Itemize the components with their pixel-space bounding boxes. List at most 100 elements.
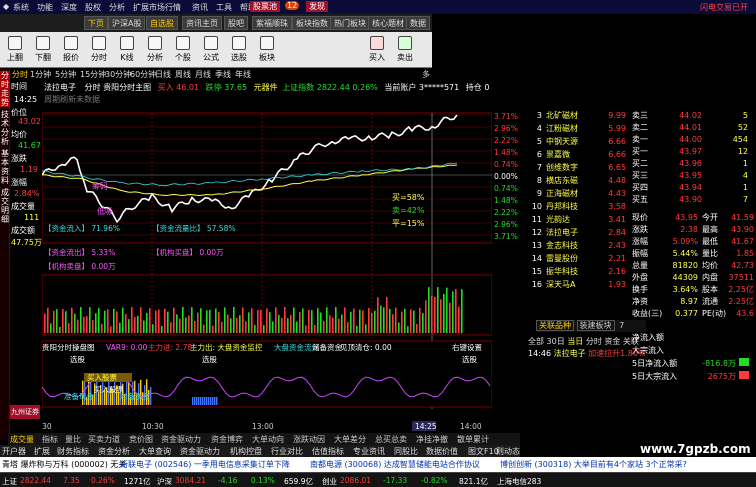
menu-system[interactable]: 系统 <box>13 2 29 13</box>
related-stock-row[interactable]: 8 横店东磁 4.48 <box>528 175 628 187</box>
page-tab[interactable]: 专业资讯 <box>353 446 385 457</box>
ask-row[interactable]: 卖三 44.02 5 <box>632 110 756 122</box>
tab-news-home[interactable]: 资讯主页 <box>182 16 222 30</box>
menu-news[interactable]: 资讯 <box>192 2 208 13</box>
related-stock-row[interactable]: 3 北矿磁材 9.99 <box>528 110 628 122</box>
tab-zifu[interactable]: 紫福顺珠 <box>252 16 292 30</box>
analysis-button[interactable]: 分析 <box>142 34 168 66</box>
indicator-tab[interactable]: 涨跌动因 <box>293 434 325 445</box>
page-tab[interactable]: 大单查询 <box>139 446 171 457</box>
menu-function[interactable]: 功能 <box>37 2 53 13</box>
news-item[interactable]: 南都电源 (300068) 达成智慧储能电站合作协议 <box>310 459 480 470</box>
tab-core-theme[interactable]: 核心题材 <box>368 16 408 30</box>
app-icon[interactable]: ◆ <box>3 2 9 11</box>
page-tab[interactable]: 扩展 <box>34 446 50 457</box>
tab-data[interactable]: 数据 <box>406 16 430 30</box>
tab-hot-sectors[interactable]: 热门板块 <box>330 16 370 30</box>
filter-funds[interactable]: 资金 <box>604 337 620 346</box>
tab-watchlist[interactable]: 自选股 <box>146 16 178 30</box>
indicator-tab[interactable]: 资金博弈 <box>211 434 243 445</box>
intraday-chart[interactable]: 筹码 低吸 买=58% 卖=42% 平=15% 【资金流入】 71.96% 【资… <box>42 79 492 432</box>
related-stock-row[interactable]: 6 景嘉微 6.66 <box>528 149 628 161</box>
indicator-tab[interactable]: 散单累计 <box>457 434 489 445</box>
quote-button[interactable]: 报价 <box>58 34 84 66</box>
related-stock-row[interactable]: 13 金志科技 2.43 <box>528 240 628 252</box>
indicator-tab[interactable]: 总买总卖 <box>375 434 407 445</box>
indicator-tab[interactable]: 指标 <box>42 434 58 445</box>
bid-row[interactable]: 买二 43.96 1 <box>632 158 756 170</box>
tab-linked-sectors[interactable]: 装建板块 <box>576 320 615 331</box>
tab-more[interactable]: 7 <box>617 321 626 330</box>
tab-basic-info[interactable]: 基本资料 <box>0 149 10 185</box>
stock-select-button[interactable]: 选股 <box>226 34 252 66</box>
filter-all[interactable]: 全部 <box>528 337 544 346</box>
indicator-tab[interactable]: 成交量 <box>10 434 34 445</box>
tab-technical-analysis[interactable]: 技术分析 <box>0 110 10 146</box>
bid-row[interactable]: 买三 43.95 4 <box>632 170 756 182</box>
related-stock-row[interactable]: 10 丹邦科技 3.58 <box>528 201 628 213</box>
page-tab-right[interactable]: 图文F10 <box>468 446 499 457</box>
tab-sh-sz-a[interactable]: 沪深A股 <box>108 16 146 30</box>
news-item[interactable]: 青塔 爆炸称与万科 (000002) 无关 <box>2 459 126 470</box>
related-stock-row[interactable]: 15 振华科技 2.16 <box>528 266 628 278</box>
menu-depth[interactable]: 深度 <box>61 2 77 13</box>
indicator-tab[interactable]: 大单动向 <box>252 434 284 445</box>
related-stock-row[interactable]: 7 创维数字 6.65 <box>528 162 628 174</box>
discover-button[interactable]: 发现 <box>306 1 328 12</box>
news-item[interactable]: 新联电子 (002546) 一季用电信息采集订单下降 <box>120 459 290 470</box>
tab-trade-details[interactable]: 成交明细 <box>0 188 10 224</box>
page-tab[interactable]: 资金分析 <box>98 446 130 457</box>
page-tab[interactable]: 资金驱动力 <box>180 446 220 457</box>
related-stock-row[interactable]: 12 法拉电子 2.84 <box>528 227 628 239</box>
menu-extended-market[interactable]: 扩展市场行情 <box>133 2 181 13</box>
page-tab-right[interactable]: 则动态 <box>496 446 520 457</box>
filter-30d[interactable]: 30日 <box>547 337 565 346</box>
page-tab[interactable]: 同股比 <box>394 446 418 457</box>
menu-analysis[interactable]: 分析 <box>109 2 125 13</box>
stock-button[interactable]: 个股 <box>170 34 196 66</box>
page-up-button[interactable]: 上翻 <box>2 34 28 66</box>
flash-trade-label[interactable]: 闪电交易已开 <box>700 2 748 13</box>
indicator-tab[interactable]: 资金驱动力 <box>161 434 201 445</box>
filter-intraday[interactable]: 分时 <box>586 337 602 346</box>
tab-intraday-trend[interactable]: 分时走势 <box>0 71 10 107</box>
related-stock-row[interactable]: 11 光韵达 3.41 <box>528 214 628 226</box>
sector-button[interactable]: 板块 <box>254 34 280 66</box>
bid-row[interactable]: 买一 43.97 12 <box>632 146 756 158</box>
page-tab[interactable]: 估值指标 <box>312 446 344 457</box>
bid-row[interactable]: 买五 43.90 7 <box>632 194 756 206</box>
ask-row[interactable]: 卖二 44.01 52 <box>632 122 756 134</box>
page-tab[interactable]: 机构控盘 <box>230 446 262 457</box>
related-stock-row[interactable]: 14 雷曼股份 2.21 <box>528 253 628 265</box>
related-stock-row[interactable]: 16 深天马A 1.93 <box>528 279 628 291</box>
intraday-button[interactable]: 分时 <box>86 34 112 66</box>
page-tab[interactable]: 财务指标 <box>57 446 89 457</box>
ask-row[interactable]: 卖一 44.00 454 <box>632 134 756 146</box>
kline-button[interactable]: K线 <box>114 34 140 66</box>
indicator-tab[interactable]: 大单差分 <box>334 434 366 445</box>
stock-pool-button[interactable]: 股票池 <box>250 1 280 12</box>
page-down-button[interactable]: 下翻 <box>30 34 56 66</box>
indicator-tab[interactable]: 买卖力道 <box>88 434 120 445</box>
sell-button[interactable]: 卖出 <box>392 34 418 66</box>
menu-tools[interactable]: 工具 <box>216 2 232 13</box>
formula-button[interactable]: 公式 <box>198 34 224 66</box>
news-item[interactable]: 博创创新 (300318) 大举目前有4个家站 3个正常采? <box>500 459 687 470</box>
buy-button[interactable]: 买入 <box>364 34 390 66</box>
page-tab[interactable]: 行业对比 <box>271 446 303 457</box>
indicator-settings[interactable]: 右键设置 <box>452 342 482 352</box>
menu-equity[interactable]: 股权 <box>85 2 101 13</box>
bid-row[interactable]: 买四 43.94 1 <box>632 182 756 194</box>
page-tab[interactable]: 数据价值 <box>426 446 458 457</box>
tab-stock-forum[interactable]: 股吧 <box>224 16 248 30</box>
alert-row[interactable]: 14:46 法拉电子 加速拉升1.80% <box>528 348 646 360</box>
page-tab[interactable]: 开户器 <box>2 446 26 457</box>
related-stock-row[interactable]: 4 江粉磁材 5.99 <box>528 123 628 135</box>
related-stock-row[interactable]: 9 正海磁材 4.43 <box>528 188 628 200</box>
indicator-tab[interactable]: 竞价图 <box>129 434 153 445</box>
tab-related-products[interactable]: 关联品种 <box>536 320 574 331</box>
tab-sector-index[interactable]: 板块指数 <box>292 16 332 30</box>
tab-next-page[interactable]: 下页 <box>84 16 108 30</box>
indicator-tab[interactable]: 净挂净撤 <box>416 434 448 445</box>
indicator-tab[interactable]: 量比 <box>65 434 81 445</box>
